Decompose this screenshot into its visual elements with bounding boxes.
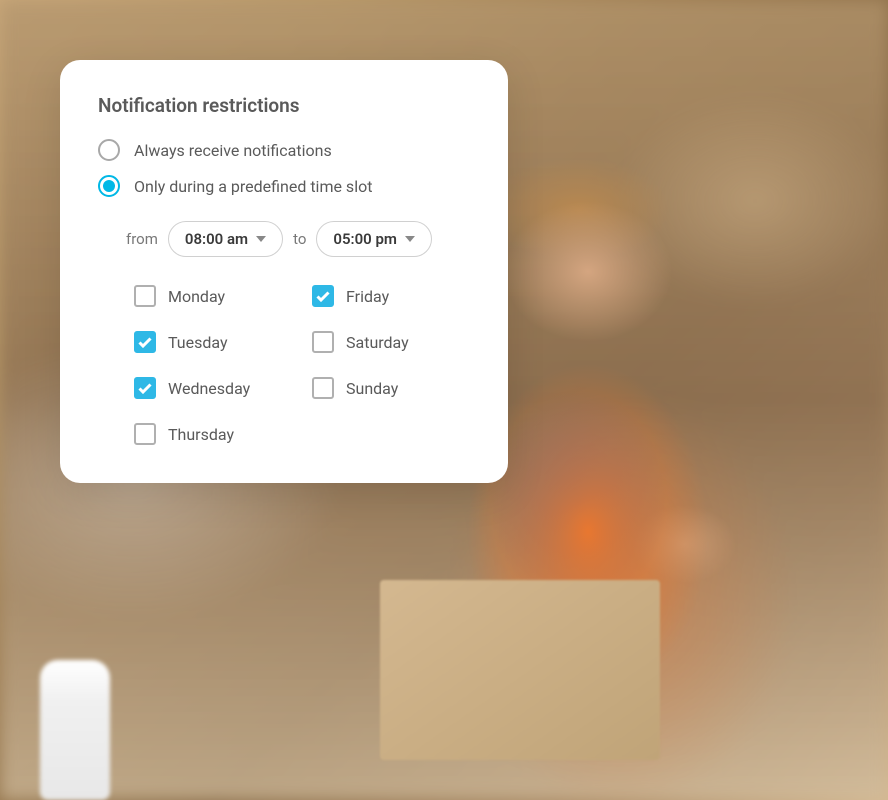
radio-icon bbox=[98, 175, 120, 197]
option-label: Always receive notifications bbox=[134, 141, 332, 160]
checkbox-icon bbox=[312, 331, 334, 353]
day-thursday[interactable]: Thursday bbox=[134, 423, 292, 445]
day-label: Saturday bbox=[346, 333, 409, 352]
from-time-value: 08:00 am bbox=[185, 230, 248, 248]
option-label: Only during a predefined time slot bbox=[134, 177, 372, 196]
from-label: from bbox=[126, 230, 158, 248]
day-sunday[interactable]: Sunday bbox=[312, 377, 470, 399]
checkbox-icon bbox=[134, 331, 156, 353]
option-always[interactable]: Always receive notifications bbox=[98, 139, 470, 161]
day-label: Friday bbox=[346, 287, 389, 306]
card-title: Notification restrictions bbox=[98, 94, 470, 117]
background-box bbox=[380, 580, 660, 760]
background-bottle bbox=[40, 660, 110, 800]
checkbox-icon bbox=[134, 423, 156, 445]
day-friday[interactable]: Friday bbox=[312, 285, 470, 307]
day-tuesday[interactable]: Tuesday bbox=[134, 331, 292, 353]
notification-restrictions-card: Notification restrictions Always receive… bbox=[60, 60, 508, 483]
checkbox-icon bbox=[312, 377, 334, 399]
day-label: Sunday bbox=[346, 379, 398, 398]
chevron-down-icon bbox=[256, 236, 266, 242]
day-label: Thursday bbox=[168, 425, 234, 444]
checkbox-icon bbox=[312, 285, 334, 307]
from-time-select[interactable]: 08:00 am bbox=[168, 221, 283, 257]
radio-icon bbox=[98, 139, 120, 161]
option-timeslot[interactable]: Only during a predefined time slot bbox=[98, 175, 470, 197]
checkbox-icon bbox=[134, 285, 156, 307]
time-range-row: from 08:00 am to 05:00 pm bbox=[126, 221, 470, 257]
to-time-select[interactable]: 05:00 pm bbox=[316, 221, 432, 257]
checkbox-icon bbox=[134, 377, 156, 399]
day-label: Monday bbox=[168, 287, 225, 306]
to-time-value: 05:00 pm bbox=[333, 230, 397, 248]
day-monday[interactable]: Monday bbox=[134, 285, 292, 307]
days-grid: Monday Friday Tuesday Saturday Wednesday bbox=[134, 285, 470, 445]
day-wednesday[interactable]: Wednesday bbox=[134, 377, 292, 399]
chevron-down-icon bbox=[405, 236, 415, 242]
day-label: Tuesday bbox=[168, 333, 228, 352]
day-saturday[interactable]: Saturday bbox=[312, 331, 470, 353]
day-label: Wednesday bbox=[168, 379, 250, 398]
to-label: to bbox=[293, 230, 306, 248]
